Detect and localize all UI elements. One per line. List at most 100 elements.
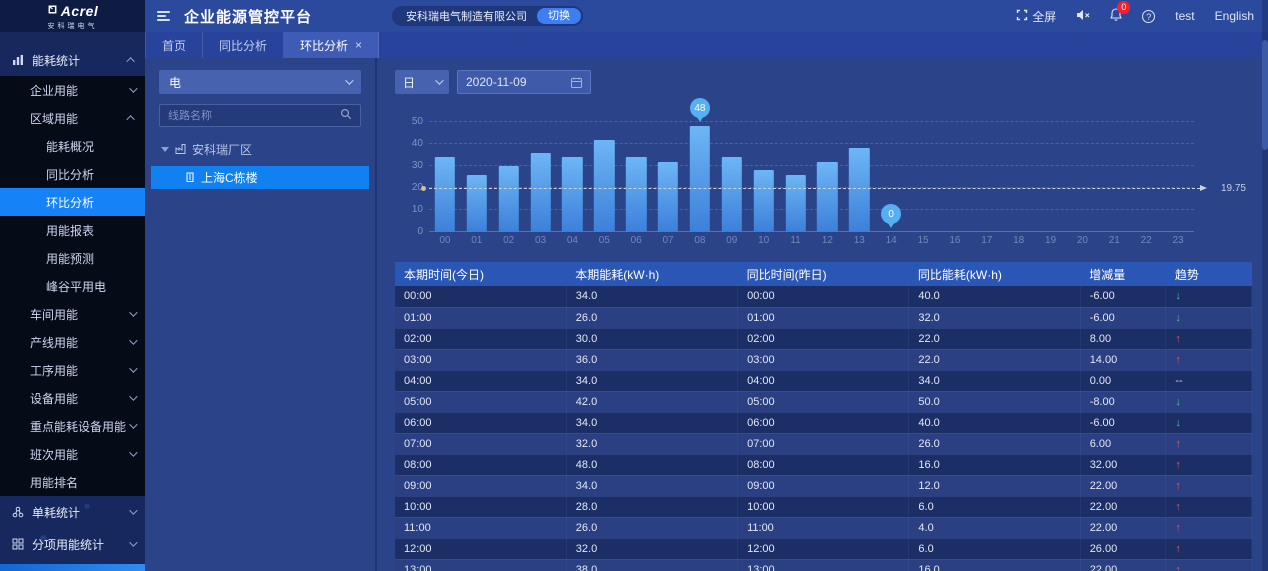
table-row: 09:0034.009:0012.022.00↑ [395, 475, 1252, 496]
table-cell: ↑ [1166, 433, 1252, 454]
switch-company-button[interactable]: 切换 [537, 8, 581, 24]
table-row: 06:0034.006:0040.0-6.00↓ [395, 412, 1252, 433]
sidebar-item-17[interactable]: 分项用能统计 [0, 528, 145, 560]
menu-fold-icon[interactable] [157, 11, 170, 21]
date-picker[interactable]: 2020-11-09 [457, 70, 591, 94]
table-cell: 13:00 [395, 559, 566, 571]
trend-up-icon: ↑ [1175, 501, 1181, 513]
tab-0[interactable]: 首页 [145, 32, 203, 58]
sidebar-item-16[interactable]: 单耗统计 [0, 496, 145, 528]
chart-plot-area: 0102030405019.75480 [429, 122, 1194, 232]
query-toolbar: 日 2020-11-09 [395, 70, 1252, 94]
chart-bar-10 [753, 170, 773, 232]
table-cell: 26.00 [1080, 538, 1166, 559]
sidebar-item-9[interactable]: 车间用能 [0, 300, 145, 328]
table-cell: 0.00 [1080, 370, 1166, 391]
sidebar-item-11[interactable]: 工序用能 [0, 356, 145, 384]
sidebar-item-5-active[interactable]: 环比分析 [0, 188, 145, 216]
tree-node-factory[interactable]: 安科瑞厂区 [161, 141, 361, 158]
sidebar-item-7[interactable]: 用能预测 [0, 244, 145, 272]
company-name: 安科瑞电气制造有限公司 [406, 8, 527, 24]
trend-up-icon: ↑ [1175, 543, 1181, 555]
notifications-button[interactable]: 0 [1110, 8, 1122, 24]
sidebar-item-3[interactable]: 能耗概况 [0, 132, 145, 160]
x-tick-label: 15 [907, 235, 939, 246]
table-cell: 28.0 [566, 496, 737, 517]
table-cell: 12.0 [909, 475, 1080, 496]
bar-slot-05 [588, 122, 620, 232]
sidebar-item-partial[interactable] [0, 564, 145, 571]
tree-node-building-selected[interactable]: 上海C栋楼 [151, 166, 369, 189]
x-tick-label: 10 [748, 235, 780, 246]
scrollbar-thumb[interactable] [1262, 40, 1268, 150]
table-cell: 26.0 [566, 307, 737, 328]
notification-badge: 0 [1117, 1, 1130, 14]
sidebar-item-label: 峰谷平用电 [46, 278, 135, 295]
bar-slot-07 [652, 122, 684, 232]
sidebar-item-6[interactable]: 用能报表 [0, 216, 145, 244]
table-cell: 8.00 [1080, 328, 1166, 349]
scrollbar-track[interactable] [1262, 0, 1268, 571]
caret-down-icon [161, 147, 169, 152]
chart-bar-12 [817, 162, 837, 232]
table-cell: 26.0 [909, 433, 1080, 454]
trend-up-icon: ↑ [1175, 522, 1181, 534]
sidebar-item-1[interactable]: 企业用能 [0, 76, 145, 104]
chevron-down-icon [129, 84, 137, 92]
tab-2-active[interactable]: 环比分析× [284, 32, 379, 58]
x-tick-label: 08 [684, 235, 716, 246]
sidebar-item-8[interactable]: 峰谷平用电 [0, 272, 145, 300]
sidebar-item-14[interactable]: 班次用能 [0, 440, 145, 468]
chart-bar-04 [562, 157, 582, 232]
close-icon[interactable]: × [355, 39, 362, 51]
fullscreen-button[interactable]: 全屏 [1016, 8, 1056, 25]
trend-down-icon: ↓ [1175, 290, 1181, 302]
search-input[interactable] [168, 110, 340, 122]
sidebar-item-13[interactable]: 重点能耗设备用能 [0, 412, 145, 440]
table-row: 04:0034.004:0034.00.00-- [395, 370, 1252, 391]
sidebar-item-10[interactable]: 产线用能 [0, 328, 145, 356]
chart-bar-00 [435, 157, 455, 232]
table-cell: 34.0 [566, 370, 737, 391]
sidebar-item-4[interactable]: 同比分析 [0, 160, 145, 188]
sidebar-item-15[interactable]: 用能排名 [0, 468, 145, 496]
table-cell: 32.00 [1080, 454, 1166, 475]
y-tick-label: 10 [399, 204, 423, 215]
user-menu[interactable]: test [1175, 9, 1194, 23]
trend-flat-icon: -- [1175, 375, 1182, 387]
table-cell: 01:00 [395, 307, 566, 328]
sidebar-item-12[interactable]: 设备用能 [0, 384, 145, 412]
table-cell: ↑ [1166, 349, 1252, 370]
device-tree-panel: 电 安科瑞厂区 [145, 58, 377, 571]
sidebar-item-2[interactable]: 区域用能 [0, 104, 145, 132]
chart-bar-05 [594, 140, 614, 232]
x-tick-label: 00 [429, 235, 461, 246]
language-switch[interactable]: English [1215, 9, 1254, 23]
sidebar-item-label: 班次用能 [30, 446, 129, 463]
table-row: 00:0034.000:0040.0-6.00↓ [395, 286, 1252, 307]
table-row: 05:0042.005:0050.0-8.00↓ [395, 391, 1252, 412]
table-cell: 22.00 [1080, 496, 1166, 517]
table-header-cell: 趋势 [1166, 262, 1252, 286]
trend-down-icon: ↓ [1175, 417, 1181, 429]
table-cell: ↑ [1166, 538, 1252, 559]
bar-slot-02 [493, 122, 525, 232]
table-cell: 16.0 [909, 454, 1080, 475]
x-tick-label: 02 [493, 235, 525, 246]
period-select[interactable]: 日 [395, 70, 449, 94]
main-panel: 日 2020-11-09 0102030405019.75480 0001020… [377, 58, 1268, 571]
mute-button[interactable] [1076, 9, 1090, 24]
brand-name: Acrel [61, 3, 99, 19]
table-cell: 05:00 [395, 391, 566, 412]
energy-type-select[interactable]: 电 [159, 70, 361, 94]
chevron-down-icon [345, 76, 353, 84]
sidebar-item-0[interactable]: 能耗统计 [0, 44, 145, 76]
x-tick-label: 21 [1098, 235, 1130, 246]
sidebar-item-label: 设备用能 [30, 390, 129, 407]
chevron-down-icon [129, 420, 137, 428]
help-button[interactable]: ? [1142, 10, 1155, 23]
sidebar-item-label: 能耗概况 [46, 138, 135, 155]
table-cell: 06:00 [395, 412, 566, 433]
brand-subtitle: 安科瑞电气 [48, 21, 98, 31]
tab-1[interactable]: 同比分析 [203, 32, 284, 58]
